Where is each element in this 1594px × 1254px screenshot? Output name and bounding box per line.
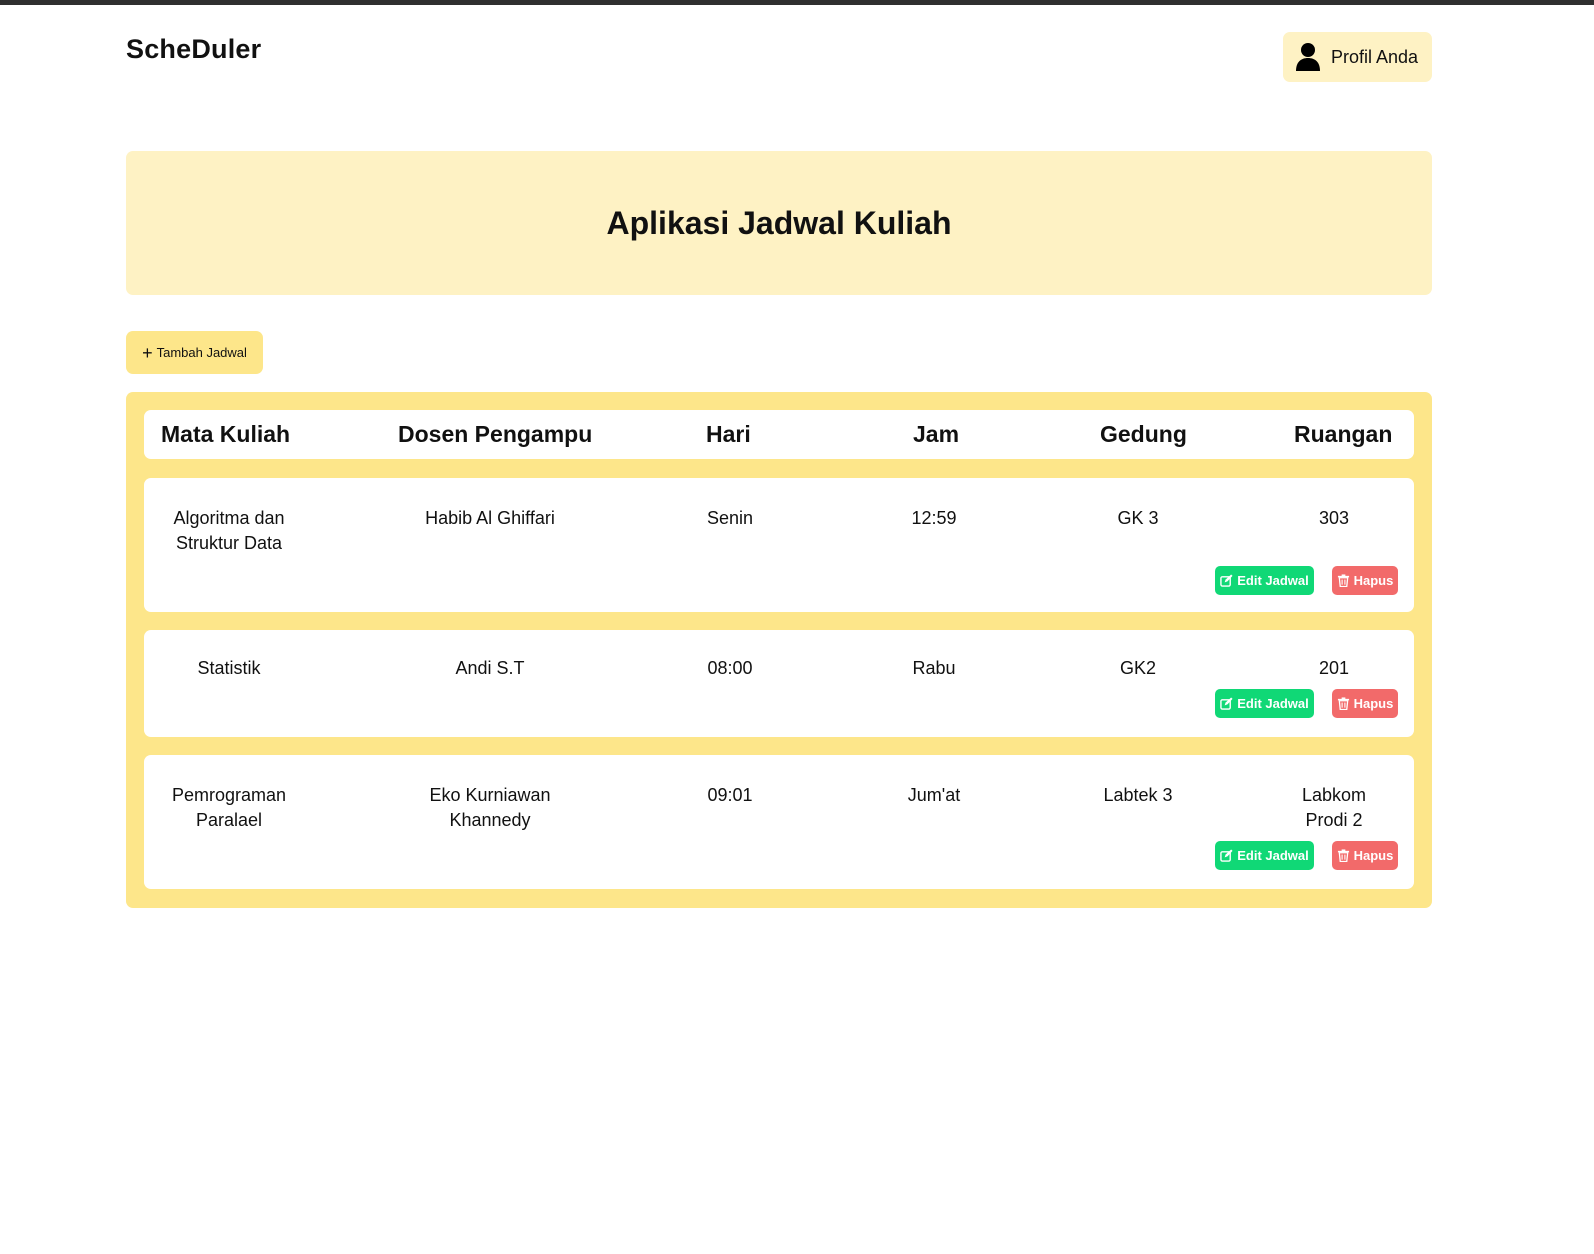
cell-mata-kuliah: Statistik [197, 658, 261, 678]
cell-gedung: GK 3 [1117, 508, 1159, 528]
schedule-table: Mata Kuliah Dosen Pengampu Hari Jam Gedu… [126, 392, 1432, 908]
add-schedule-button[interactable]: + Tambah Jadwal [126, 331, 263, 374]
app-brand[interactable]: ScheDuler [126, 34, 261, 65]
cell-mata-kuliah: Algoritma dan Struktur Data [173, 508, 285, 553]
cell-hari: 08:00 [707, 658, 753, 678]
plus-icon: + [142, 342, 153, 363]
cell-hari: 09:01 [707, 785, 753, 805]
hero-banner: Aplikasi Jadwal Kuliah [126, 151, 1432, 295]
cell-gedung: GK2 [1119, 658, 1157, 678]
trash-icon [1337, 574, 1349, 587]
delete-schedule-button[interactable]: Hapus [1332, 689, 1398, 718]
cell-ruangan: Labkom Prodi 2 [1301, 785, 1367, 830]
profile-button[interactable]: Profil Anda [1283, 32, 1432, 82]
delete-label: Hapus [1353, 848, 1394, 863]
header-hari: Hari [706, 421, 751, 447]
header-ruangan: Ruangan [1294, 421, 1393, 447]
edit-icon [1220, 849, 1233, 862]
cell-dosen: Andi S.T [455, 658, 525, 678]
edit-icon [1220, 697, 1233, 710]
table-header: Mata Kuliah Dosen Pengampu Hari Jam Gedu… [144, 410, 1414, 459]
delete-label: Hapus [1353, 573, 1394, 588]
cell-jam: Rabu [912, 658, 956, 678]
table-row: Algoritma dan Struktur Data Habib Al Ghi… [144, 478, 1414, 612]
header-jam: Jam [913, 421, 960, 447]
edit-schedule-button[interactable]: Edit Jadwal [1215, 689, 1314, 718]
add-schedule-label: Tambah Jadwal [156, 345, 247, 360]
table-row: Pemrograman Paralael Eko Kurniawan Khann… [144, 755, 1414, 889]
cell-dosen: Habib Al Ghiffari [425, 508, 555, 528]
top-border [0, 0, 1594, 5]
header-mata-kuliah: Mata Kuliah [161, 421, 291, 447]
cell-mata-kuliah: Pemrograman Paralael [171, 785, 287, 830]
cell-gedung: Labtek 3 [1103, 785, 1173, 805]
user-icon [1295, 42, 1321, 72]
cell-ruangan: 303 [1318, 508, 1350, 528]
edit-label: Edit Jadwal [1237, 696, 1309, 711]
delete-schedule-button[interactable]: Hapus [1332, 841, 1398, 870]
table-row: Statistik Andi S.T 08:00 Rabu GK2 201 Ed… [144, 630, 1414, 737]
cell-jam: Jum'at [907, 785, 961, 805]
trash-icon [1337, 697, 1349, 710]
cell-dosen: Eko Kurniawan Khannedy [429, 785, 551, 830]
header-gedung: Gedung [1100, 421, 1187, 447]
trash-icon [1337, 849, 1349, 862]
cell-ruangan: 201 [1318, 658, 1350, 678]
page-title: Aplikasi Jadwal Kuliah [606, 204, 952, 241]
edit-label: Edit Jadwal [1237, 573, 1309, 588]
edit-icon [1220, 574, 1233, 587]
delete-label: Hapus [1353, 696, 1394, 711]
delete-schedule-button[interactable]: Hapus [1332, 566, 1398, 595]
profile-label: Profil Anda [1331, 46, 1419, 67]
cell-hari: Senin [706, 508, 754, 528]
edit-schedule-button[interactable]: Edit Jadwal [1215, 841, 1314, 870]
cell-jam: 12:59 [911, 508, 957, 528]
header-dosen-pengampu: Dosen Pengampu [398, 421, 593, 447]
edit-label: Edit Jadwal [1237, 848, 1309, 863]
edit-schedule-button[interactable]: Edit Jadwal [1215, 566, 1314, 595]
